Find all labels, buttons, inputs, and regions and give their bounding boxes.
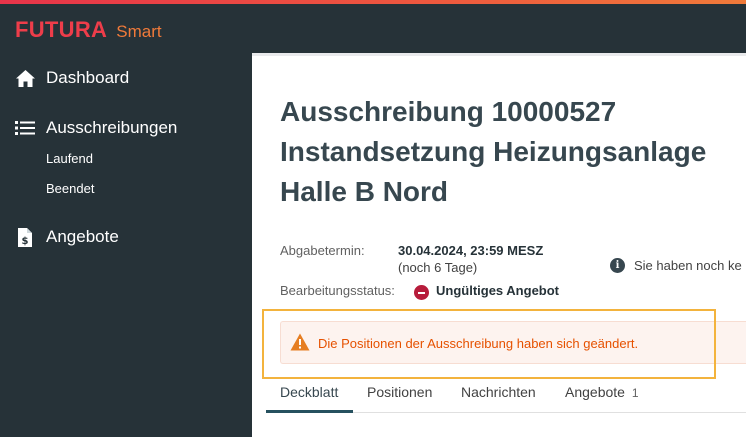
brand-name: FUTURA [15,17,108,42]
info-icon: i [610,258,625,273]
top-bar: FUTURA Smart [0,0,746,53]
invalid-status-icon [414,285,429,300]
deadline-label: Abgabetermin: [280,243,365,258]
tab-badge: 1 [631,386,639,400]
sidebar: Dashboard Ausschreibungen Laufend Beende… [0,53,252,437]
sidebar-item-label: Angebote [46,227,119,246]
highlight-frame [262,309,716,379]
info-text: Sie haben noch ke [634,258,742,273]
accent-stripe [0,0,746,4]
status-label: Bearbeitungsstatus: [280,283,395,298]
svg-text:$: $ [22,236,29,247]
deadline-value: 30.04.2024, 23:59 MESZ [398,243,544,258]
brand-product: Smart [116,22,162,41]
invoice-icon: $ [14,226,36,248]
tab-nachrichten[interactable]: Nachrichten [461,384,536,400]
tab-bar: Deckblatt Positionen Nachrichten Angebot… [266,371,746,413]
tab-deckblatt[interactable]: Deckblatt [280,384,338,400]
active-tab-indicator [266,410,353,413]
info-notice: i Sie haben noch ke [610,258,742,273]
tender-card: Ausschreibung 10000527 Instandsetzung He… [252,56,746,437]
list-icon [14,117,36,139]
sidebar-subitem-beendet[interactable]: Beendet [46,181,94,196]
tab-positionen[interactable]: Positionen [367,384,432,400]
brand-logo[interactable]: FUTURA Smart [15,17,162,43]
tab-angebote[interactable]: Angebote 1 [565,384,639,400]
sidebar-item-dashboard[interactable]: Dashboard [14,67,129,89]
sidebar-item-ausschreibungen[interactable]: Ausschreibungen [14,117,177,139]
page-title: Ausschreibung 10000527 Instandsetzung He… [280,96,707,207]
main-content: Ausschreibung 10000527 Instandsetzung He… [252,53,746,437]
sidebar-item-label: Dashboard [46,68,130,87]
sidebar-item-label: Ausschreibungen [46,118,178,137]
status-value: Ungültiges Angebot [436,283,560,298]
sidebar-item-angebote[interactable]: $ Angebote [14,226,119,248]
sidebar-subitem-laufend[interactable]: Laufend [46,151,93,166]
deadline-remaining: (noch 6 Tage) [398,260,478,275]
home-icon [14,67,36,89]
tab-label: Angebote [565,384,625,400]
